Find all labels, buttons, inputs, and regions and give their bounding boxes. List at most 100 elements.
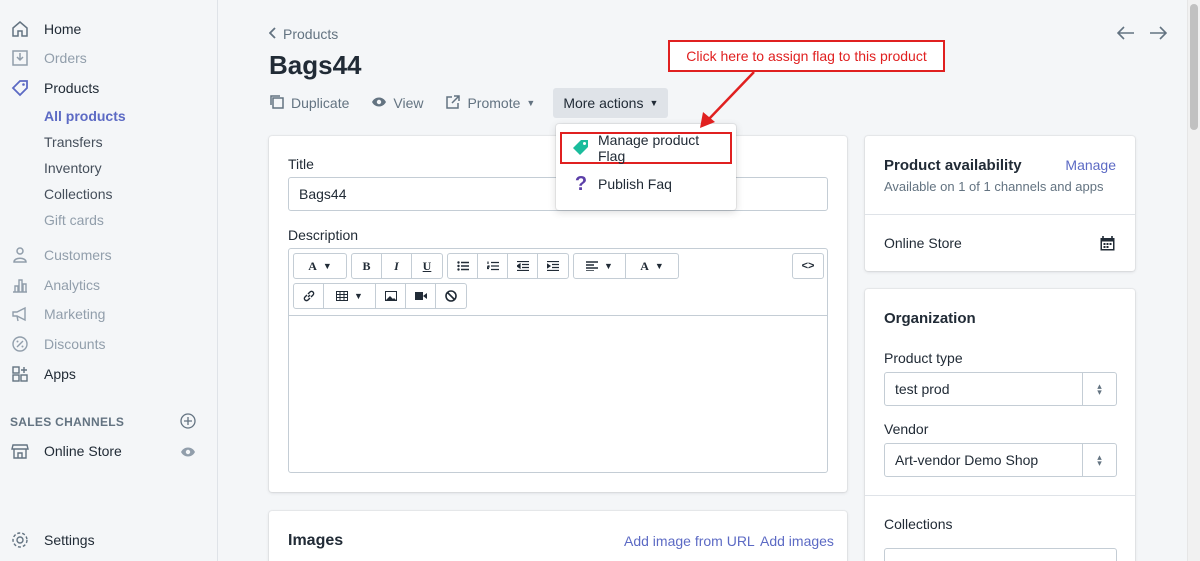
divider <box>865 495 1135 496</box>
customers-icon <box>10 245 30 265</box>
sidebar: Home Orders Products All products Transf… <box>0 0 218 561</box>
external-link-icon <box>445 94 461 113</box>
video-icon[interactable] <box>406 284 436 308</box>
manage-availability-link[interactable]: Manage <box>1065 157 1116 173</box>
image-icon[interactable] <box>376 284 406 308</box>
orders-icon <box>10 48 30 68</box>
link-icon[interactable] <box>294 284 324 308</box>
collections-input[interactable] <box>884 548 1117 561</box>
font-style-button[interactable]: A ▼ <box>294 254 346 278</box>
availability-subtitle: Available on 1 of 1 channels and apps <box>884 179 1104 194</box>
add-images-link[interactable]: Add images <box>760 533 834 549</box>
organization-card: Organization Product type test prod ▴ ▾ V… <box>865 289 1135 561</box>
product-actions: Duplicate View Promote ▼ More actions ▼ <box>269 88 690 118</box>
view-button[interactable]: View <box>371 88 423 118</box>
availability-card: Product availability Manage Available on… <box>865 136 1135 271</box>
analytics-icon <box>10 275 30 295</box>
eye-icon[interactable] <box>180 445 196 461</box>
arrow-right-icon[interactable] <box>1149 24 1168 45</box>
duplicate-icon <box>269 94 285 113</box>
product-type-select[interactable]: test prod ▴ ▾ <box>884 372 1117 406</box>
sidebar-item-products[interactable]: Products <box>0 75 218 101</box>
clear-format-icon[interactable] <box>436 284 466 308</box>
breadcrumb[interactable]: Products <box>268 26 338 42</box>
page-title: Bags44 <box>269 50 362 80</box>
product-type-label: Product type <box>884 350 963 366</box>
vendor-label: Vendor <box>884 421 929 437</box>
indent-icon[interactable] <box>538 254 568 278</box>
caret-down-icon: ▼ <box>649 98 659 108</box>
marketing-icon <box>10 304 30 324</box>
bold-button[interactable]: B <box>352 254 382 278</box>
annotation-arrow <box>700 71 755 128</box>
text-color-icon[interactable]: A ▼ <box>626 254 678 278</box>
sidebar-item-customers[interactable]: Customers <box>0 242 218 268</box>
scrollbar[interactable] <box>1187 0 1200 561</box>
sidebar-item-apps[interactable]: Apps <box>0 361 218 387</box>
sidebar-item-home[interactable]: Home <box>0 16 218 42</box>
manage-product-flag-item[interactable]: Manage product Flag <box>560 132 732 164</box>
more-actions-menu: Manage product Flag ? Publish Faq <box>556 124 736 210</box>
promote-button[interactable]: Promote ▼ <box>445 88 535 118</box>
chevron-left-icon <box>268 26 277 42</box>
scrollbar-thumb[interactable] <box>1190 4 1198 130</box>
apps-icon <box>10 364 30 384</box>
organization-heading: Organization <box>884 310 976 327</box>
duplicate-button[interactable]: Duplicate <box>269 88 349 118</box>
description-editor[interactable] <box>289 315 827 473</box>
channel-online-store: Online Store <box>884 235 962 251</box>
more-actions-label: More actions <box>563 95 644 111</box>
vendor-select[interactable]: Art-vendor Demo Shop ▴ ▾ <box>884 443 1117 477</box>
select-arrows-icon: ▴ ▾ <box>1082 373 1116 405</box>
code-view-icon[interactable]: <> <box>793 254 823 278</box>
underline-button[interactable]: U <box>412 254 442 278</box>
gear-icon <box>10 530 30 550</box>
view-label: View <box>393 95 424 111</box>
sidebar-subitem-collections[interactable]: Collections <box>44 186 112 202</box>
add-image-from-url-link[interactable]: Add image from URL <box>624 533 755 549</box>
calendar-icon[interactable] <box>1100 236 1115 254</box>
sidebar-subitem-inventory[interactable]: Inventory <box>44 160 102 176</box>
promote-label: Promote <box>467 95 521 111</box>
sidebar-item-label: Discounts <box>44 336 106 352</box>
sidebar-subitem-transfers[interactable]: Transfers <box>44 134 103 150</box>
add-channel-icon[interactable] <box>180 413 196 432</box>
sidebar-item-label: Customers <box>44 247 112 263</box>
outdent-icon[interactable] <box>508 254 538 278</box>
more-actions-button[interactable]: More actions ▼ <box>553 88 669 118</box>
bullet-list-icon[interactable] <box>448 254 478 278</box>
sidebar-item-analytics[interactable]: Analytics <box>0 272 218 298</box>
discounts-icon <box>10 334 30 354</box>
arrow-left-icon[interactable] <box>1116 24 1135 45</box>
html-toggle-group: <> <box>792 253 824 279</box>
store-icon <box>10 441 30 461</box>
sidebar-item-settings[interactable]: Settings <box>0 527 218 553</box>
title-label: Title <box>288 156 314 172</box>
table-icon[interactable]: ▼ <box>324 284 376 308</box>
numbered-list-icon[interactable] <box>478 254 508 278</box>
sales-channels-heading: SALES CHANNELS <box>10 415 125 429</box>
product-pager <box>1116 24 1168 45</box>
sidebar-subitem-all-products[interactable]: All products <box>44 108 126 124</box>
align-icon[interactable]: ▼ <box>574 254 626 278</box>
sidebar-item-orders[interactable]: Orders <box>0 45 218 71</box>
sidebar-item-discounts[interactable]: Discounts <box>0 331 218 357</box>
tag-icon <box>10 78 30 98</box>
annotation-callout: Click here to assign flag to this produc… <box>668 40 945 72</box>
sidebar-subitem-gift-cards[interactable]: Gift cards <box>44 212 104 228</box>
publish-faq-item[interactable]: ? Publish Faq <box>562 168 730 200</box>
sidebar-item-label: Marketing <box>44 306 106 322</box>
question-mark-icon: ? <box>574 172 588 195</box>
home-icon <box>10 19 30 39</box>
italic-button[interactable]: I <box>382 254 412 278</box>
sidebar-item-label: Settings <box>44 532 95 548</box>
sidebar-item-label: Online Store <box>44 443 122 459</box>
collections-label: Collections <box>884 516 953 532</box>
sidebar-item-label: Apps <box>44 366 76 382</box>
select-arrows-icon: ▴ ▾ <box>1082 444 1116 476</box>
sidebar-item-marketing[interactable]: Marketing <box>0 301 218 327</box>
duplicate-label: Duplicate <box>291 95 350 111</box>
images-heading: Images <box>288 532 344 549</box>
product-type-value: test prod <box>895 381 950 397</box>
sidebar-item-label: Home <box>44 21 82 37</box>
